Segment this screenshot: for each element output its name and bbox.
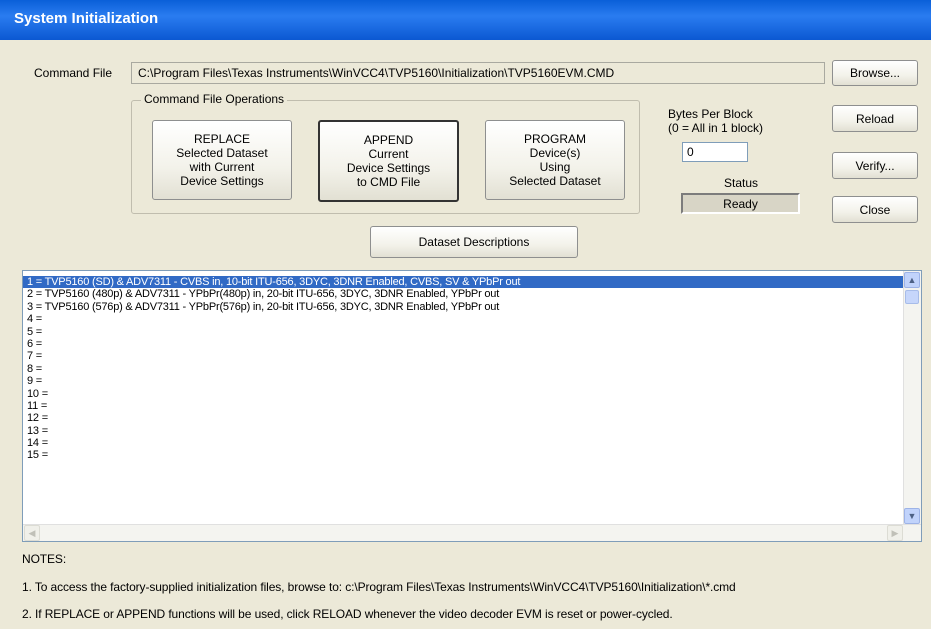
command-file-path: C:\Program Files\Texas Instruments\WinVC…: [131, 62, 825, 84]
scroll-down-icon[interactable]: ▼: [904, 508, 920, 524]
dataset-item[interactable]: 7 =: [23, 350, 921, 362]
dataset-item[interactable]: 13 =: [23, 425, 921, 437]
window-title: System Initialization: [14, 10, 159, 27]
scroll-thumb[interactable]: [905, 290, 919, 304]
replace-button[interactable]: REPLACE Selected Dataset with Current De…: [152, 120, 292, 200]
scroll-right-icon[interactable]: ▶: [887, 525, 903, 541]
reload-button[interactable]: Reload: [832, 105, 918, 132]
close-button[interactable]: Close: [832, 196, 918, 223]
dataset-item[interactable]: 1 = TVP5160 (SD) & ADV7311 - CVBS in, 10…: [23, 276, 921, 289]
scroll-left-icon[interactable]: ◀: [24, 525, 40, 541]
dataset-item[interactable]: 14 =: [23, 437, 921, 449]
vertical-scrollbar[interactable]: ▲ ▼: [903, 271, 921, 525]
verify-button[interactable]: Verify...: [832, 152, 918, 179]
program-button[interactable]: PROGRAM Device(s) Using Selected Dataset: [485, 120, 625, 200]
dataset-item[interactable]: 11 =: [23, 400, 921, 412]
dataset-item[interactable]: 10 =: [23, 388, 921, 400]
bytes-per-block-input[interactable]: [682, 142, 748, 162]
dataset-item[interactable]: 8 =: [23, 363, 921, 375]
status-indicator: Ready: [681, 193, 800, 214]
bytes-per-block-label: Bytes Per Block (0 = All in 1 block): [668, 107, 764, 135]
notes-heading: NOTES:: [22, 552, 67, 566]
horizontal-scrollbar[interactable]: ◀ ▶: [23, 524, 921, 541]
note-2: 2. If REPLACE or APPEND functions will b…: [22, 607, 673, 621]
command-file-label: Command File: [34, 66, 113, 80]
dataset-list[interactable]: 1 = TVP5160 (SD) & ADV7311 - CVBS in, 10…: [22, 270, 922, 542]
command-file-operations-label: Command File Operations: [141, 92, 288, 106]
status-label: Status: [724, 176, 759, 190]
window-titlebar[interactable]: System Initialization: [0, 0, 931, 40]
dataset-item[interactable]: 2 = TVP5160 (480p) & ADV7311 - YPbPr(480…: [23, 288, 921, 300]
scroll-up-icon[interactable]: ▲: [904, 272, 920, 288]
dataset-item[interactable]: 4 =: [23, 313, 921, 325]
dataset-descriptions-button[interactable]: Dataset Descriptions: [370, 226, 578, 258]
note-1: 1. To access the factory-supplied initia…: [22, 580, 736, 594]
dataset-list-items: 1 = TVP5160 (SD) & ADV7311 - CVBS in, 10…: [23, 271, 921, 462]
dataset-item[interactable]: 12 =: [23, 412, 921, 424]
browse-button[interactable]: Browse...: [832, 60, 918, 86]
dataset-item[interactable]: 6 =: [23, 338, 921, 350]
dataset-item[interactable]: 9 =: [23, 375, 921, 387]
dataset-item[interactable]: 5 =: [23, 326, 921, 338]
dataset-item[interactable]: 3 = TVP5160 (576p) & ADV7311 - YPbPr(576…: [23, 301, 921, 313]
dataset-item[interactable]: 15 =: [23, 449, 921, 461]
append-button[interactable]: APPEND Current Device Settings to CMD Fi…: [318, 120, 459, 202]
